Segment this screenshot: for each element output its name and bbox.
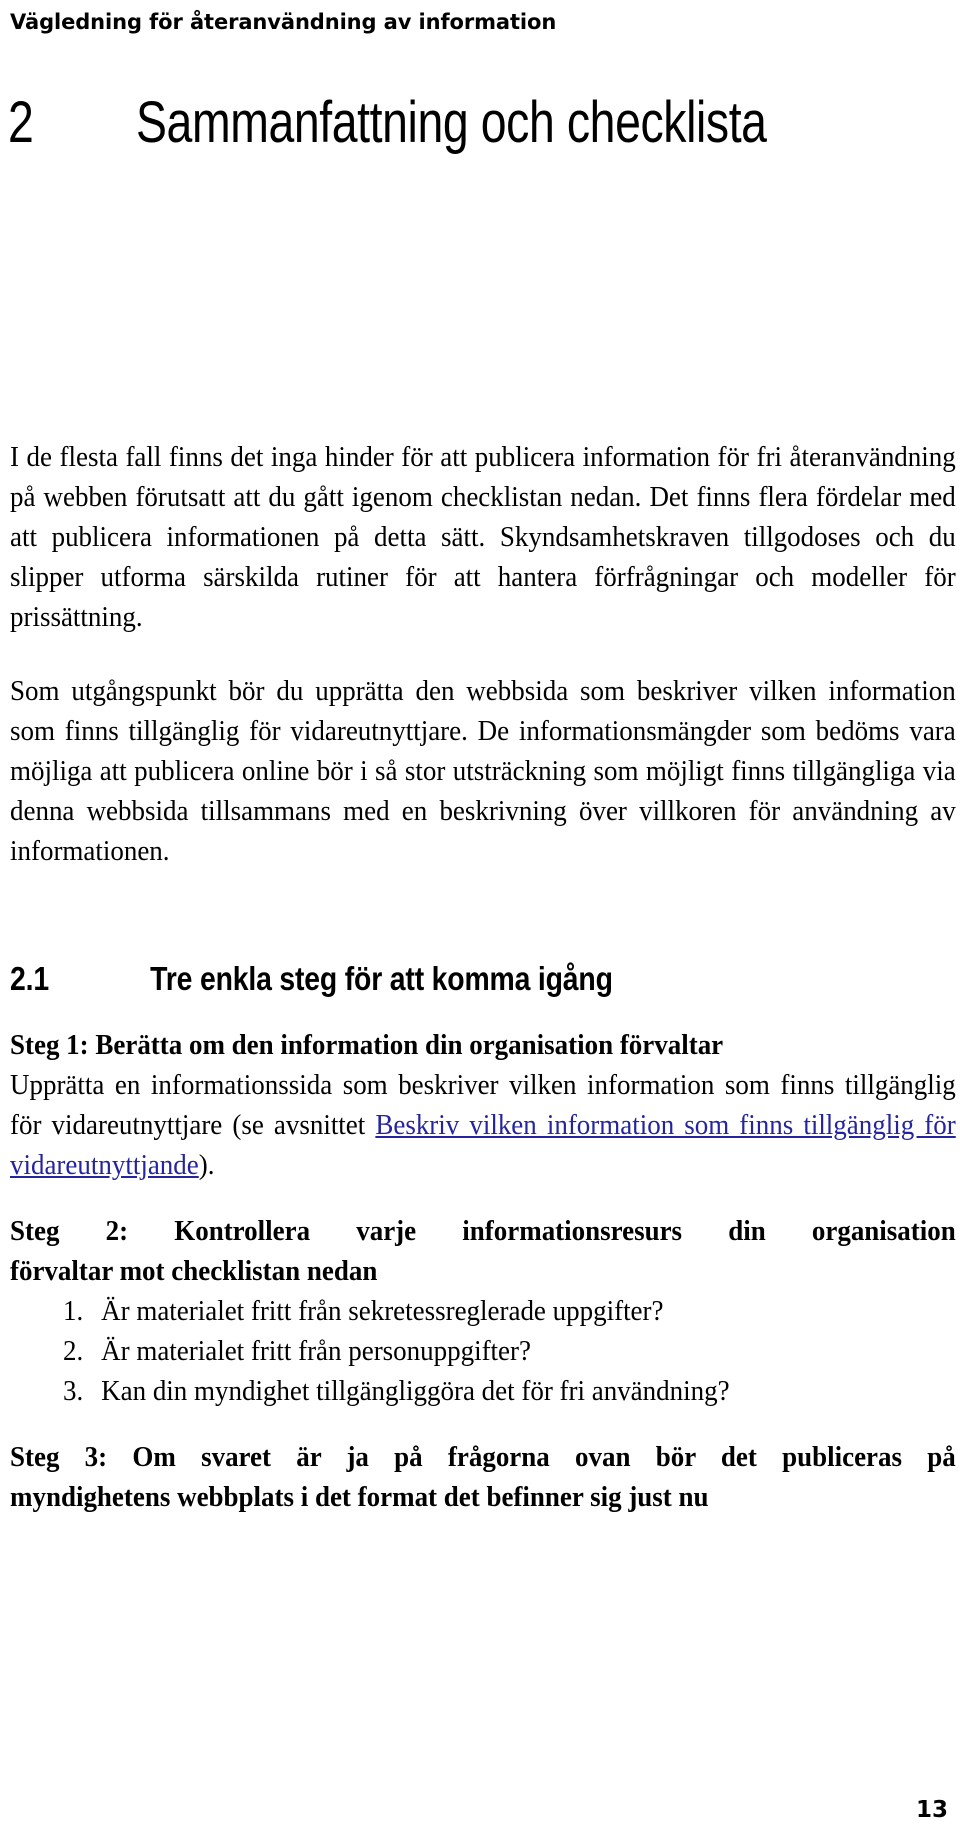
document-page: Vägledning för återanvändning av informa… [0,0,960,1835]
checklist-item-text: Är materialet fritt från sekretessregler… [101,1295,664,1327]
page-number: 13 [915,1797,948,1823]
step-3-heading-line-2: myndighetens webbplats i det format det … [10,1481,709,1513]
checklist-item-text: Är materialet fritt från personuppgifter… [101,1335,531,1367]
running-header: Vägledning för återanvändning av informa… [10,10,557,34]
checklist-item: 2. Är materialet fritt från personuppgift… [10,1331,956,1371]
step-1-heading: Steg 1: Berätta om den information din o… [10,1029,724,1061]
section-number: 2.1 [10,960,49,997]
step-3-heading: Steg 3: Om svaret är ja på frågorna ovan… [10,1437,956,1517]
step-1-text-after-link: ). [198,1149,215,1181]
step-1-body: Upprätta en informationssida som beskriv… [10,1065,956,1185]
section-heading-2-1: 2.1 Tre enkla steg för att komma igång [10,959,824,999]
checklist: 1. Är materialet fritt från sekretessregl… [10,1291,956,1411]
step-3-heading-line-1: Steg 3: Om svaret är ja på frågorna ovan… [10,1441,956,1473]
step-2-heading-line-2: förvaltar mot checklistan nedan [10,1255,378,1287]
spacer-after-checklist [10,1411,956,1437]
section-title: Tre enkla steg för att komma igång [150,960,613,997]
checklist-item: 3. Kan din myndighet tillgängliggöra det … [10,1371,956,1411]
intro-paragraph-2: Som utgångspunkt bör du upprätta den web… [10,675,956,867]
spacer-after-step-1 [10,1185,956,1211]
checklist-item-number: 2. [63,1335,84,1367]
spacer-after-section-heading [10,999,956,1025]
step-2-heading-line-1: Steg 2: Kontrollera varje informationsre… [10,1215,956,1247]
chapter-number: 2 [8,90,34,155]
page-content: I de flesta fall finns det inga hinder f… [10,437,956,1517]
checklist-item-number: 1. [63,1295,84,1327]
step-2-heading: Steg 2: Kontrollera varje informationsre… [10,1211,956,1291]
chapter-title-text: Sammanfattning och checklista [136,90,767,155]
chapter-title: 2 Sammanfattning och checklista [8,88,767,158]
checklist-item-number: 3. [63,1375,84,1407]
checklist-item-text: Kan din myndighet tillgängliggöra det fö… [101,1375,730,1407]
checklist-item: 1. Är materialet fritt från sekretessregl… [10,1291,956,1331]
intro-paragraph-1: I de flesta fall finns det inga hinder f… [10,441,956,633]
